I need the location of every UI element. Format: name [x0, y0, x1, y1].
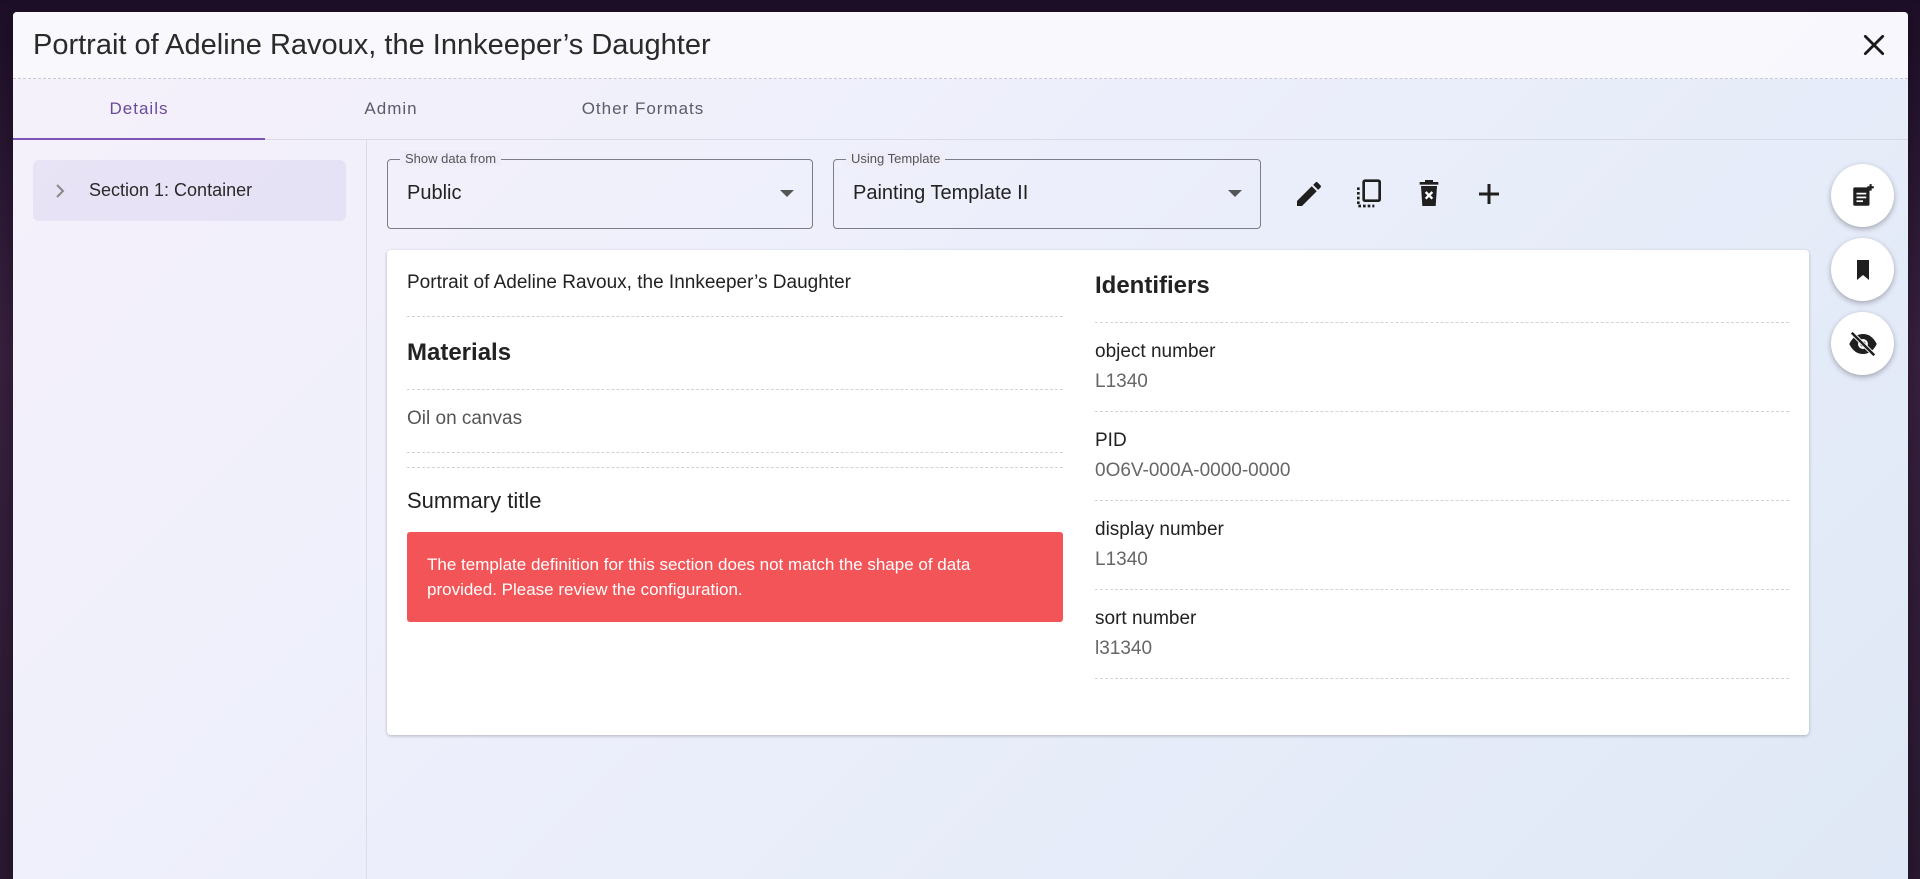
field-value: L1340: [1095, 549, 1148, 570]
select-legend: Using Template: [846, 150, 946, 166]
delete-icon: [1419, 179, 1439, 206]
dropdown-arrow-icon: [762, 189, 812, 198]
dialog-title: Portrait of Adeline Ravoux, the Innkeepe…: [33, 28, 711, 61]
edit-button[interactable]: [1279, 164, 1339, 224]
field-label: PID: [1095, 430, 1127, 451]
dropdown-arrow-icon: [1210, 189, 1260, 198]
field-label: display number: [1095, 519, 1224, 540]
field-object-number: object number L1340: [1095, 323, 1789, 412]
materials-value: Oil on canvas: [407, 390, 1063, 453]
summary-title-heading: Summary title: [407, 467, 1063, 532]
bookmark-icon: [1856, 259, 1869, 280]
visibility-toggle-button[interactable]: [1831, 312, 1894, 375]
tab-admin[interactable]: Admin: [265, 79, 517, 139]
tab-other-formats[interactable]: Other Formats: [517, 79, 769, 139]
close-icon: [1863, 34, 1885, 56]
object-title: Portrait of Adeline Ravoux, the Innkeepe…: [407, 250, 1063, 317]
show-data-from-select[interactable]: Show data from Public: [387, 150, 813, 229]
field-sort-number: sort number l31340: [1095, 590, 1789, 679]
field-display-number: display number L1340: [1095, 501, 1789, 590]
dialog-header: Portrait of Adeline Ravoux, the Innkeepe…: [13, 12, 1908, 79]
delete-button[interactable]: [1399, 164, 1459, 224]
select-value: Painting Template II: [853, 182, 1029, 204]
sidebar-item-label: Section 1: Container: [89, 180, 253, 200]
materials-heading: Materials: [407, 317, 1063, 390]
right-column: Identifiers object number L1340 PID 0O6V…: [1083, 250, 1809, 735]
chevron-right-icon: [55, 183, 69, 199]
field-label: object number: [1095, 341, 1216, 362]
field-value: L1340: [1095, 371, 1148, 392]
add-icon: [1479, 183, 1499, 204]
duplicate-icon: [1357, 178, 1381, 207]
sidebar: Section 1: Container: [13, 140, 367, 879]
duplicate-button[interactable]: [1339, 164, 1399, 224]
left-column: Portrait of Adeline Ravoux, the Innkeepe…: [387, 250, 1083, 735]
content-card: Portrait of Adeline Ravoux, the Innkeepe…: [387, 250, 1809, 735]
select-legend: Show data from: [400, 150, 502, 166]
add-button[interactable]: [1459, 164, 1519, 224]
main-panel: Show data from Public Using Template Pai…: [367, 140, 1908, 879]
field-label: sort number: [1095, 608, 1197, 629]
using-template-select[interactable]: Using Template Painting Template II: [833, 150, 1261, 229]
visibility-off-icon: [1848, 330, 1877, 357]
field-value: l31340: [1095, 638, 1153, 659]
sidebar-item-section-1[interactable]: Section 1: Container: [33, 160, 346, 221]
close-button[interactable]: [1850, 21, 1898, 69]
identifiers-heading: Identifiers: [1095, 250, 1789, 323]
body-area: Section 1: Container Show data from Publ…: [13, 140, 1908, 879]
add-note-button[interactable]: [1831, 164, 1894, 227]
error-alert: The template definition for this section…: [407, 532, 1063, 622]
field-value: 0O6V-000A-0000-0000: [1095, 460, 1291, 481]
field-pid: PID 0O6V-000A-0000-0000: [1095, 412, 1789, 501]
note-add-icon: [1852, 183, 1874, 206]
select-value: Public: [407, 182, 462, 204]
edit-icon: [1297, 181, 1322, 206]
tab-bar: Details Admin Other Formats: [13, 79, 1908, 140]
controls-row: Show data from Public Using Template Pai…: [387, 150, 1888, 229]
floating-actions: [1831, 164, 1894, 375]
bookmark-button[interactable]: [1831, 238, 1894, 301]
detail-dialog: Portrait of Adeline Ravoux, the Innkeepe…: [13, 12, 1908, 879]
tab-details[interactable]: Details: [13, 79, 265, 140]
